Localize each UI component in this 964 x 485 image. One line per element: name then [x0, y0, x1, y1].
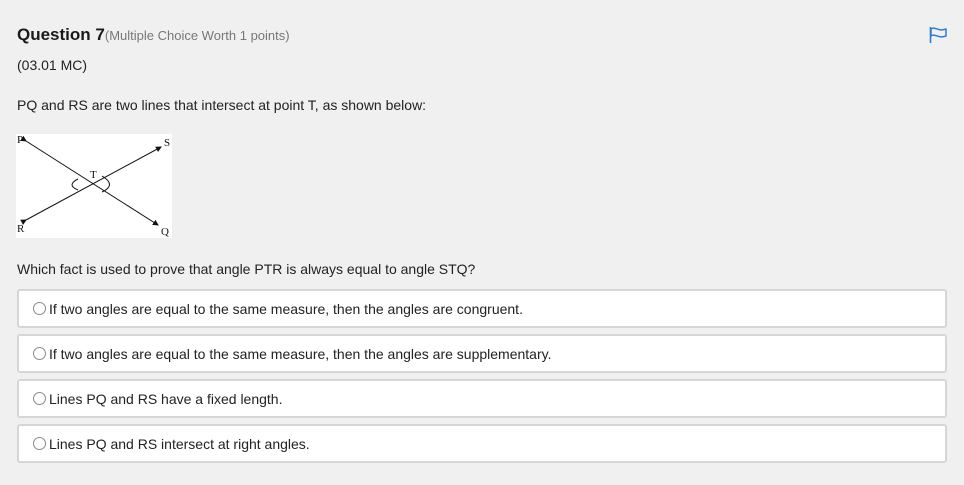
radio-icon[interactable] [33, 437, 46, 450]
label-s: S [164, 137, 170, 149]
question-number: Question 7 [17, 25, 105, 44]
line-rs [20, 146, 162, 226]
radio-icon[interactable] [33, 347, 46, 360]
answer-label: If two angles are equal to the same meas… [49, 345, 552, 362]
answer-option[interactable]: Lines PQ and RS have a fixed length. [17, 379, 947, 418]
flag-icon[interactable] [928, 26, 948, 44]
radio-icon[interactable] [33, 392, 46, 405]
line-pq [20, 135, 159, 226]
answer-label: Lines PQ and RS intersect at right angle… [49, 435, 310, 452]
answer-option[interactable]: If two angles are equal to the same meas… [17, 289, 947, 328]
label-p: P [17, 134, 23, 146]
radio-icon[interactable] [33, 302, 46, 315]
question-points: (Multiple Choice Worth 1 points) [104, 28, 290, 43]
intersecting-lines-figure: P S T R Q [16, 134, 172, 238]
label-q: Q [161, 226, 169, 238]
answer-option[interactable]: If two angles are equal to the same meas… [17, 334, 947, 373]
figure-svg: P S T R Q [17, 134, 170, 238]
question-prompt: Which fact is used to prove that angle P… [17, 261, 476, 277]
answer-label: If two angles are equal to the same meas… [49, 300, 523, 317]
label-r: R [17, 223, 25, 235]
answer-options: If two angles are equal to the same meas… [17, 289, 947, 469]
question-code: (03.01 MC) [17, 57, 88, 73]
question-stem: PQ and RS are two lines that intersect a… [17, 97, 427, 113]
angle-arc-left [71, 178, 79, 191]
answer-option[interactable]: Lines PQ and RS intersect at right angle… [17, 424, 947, 463]
label-t: T [90, 169, 97, 181]
answer-label: Lines PQ and RS have a fixed length. [49, 390, 283, 407]
question-title: Question 7(Multiple Choice Worth 1 point… [17, 25, 290, 45]
